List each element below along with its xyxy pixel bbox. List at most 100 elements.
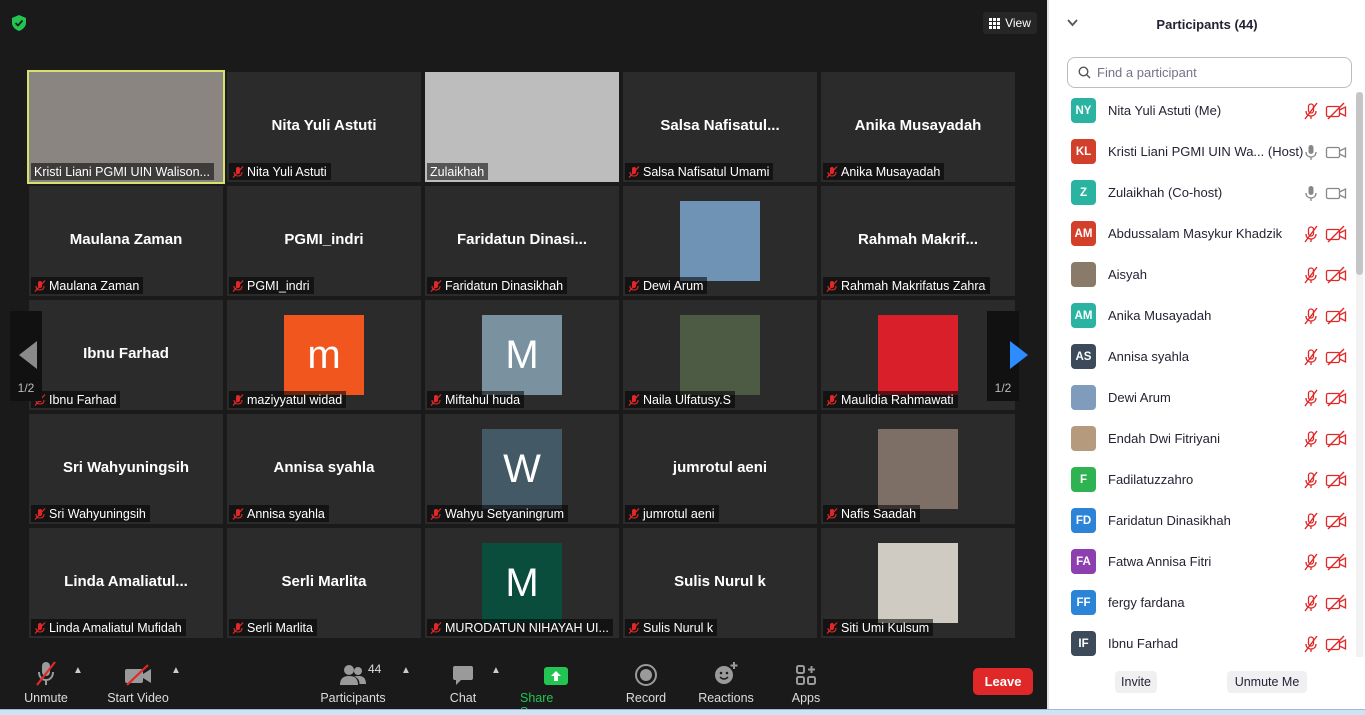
participant-row[interactable]: AM Anika Musayadah <box>1049 295 1357 336</box>
video-tile[interactable]: Maulana Zaman Maulana Zaman <box>29 186 223 296</box>
mic-muted-icon[interactable] <box>1302 225 1320 243</box>
participant-name: Aisyah <box>1108 267 1148 282</box>
video-tile[interactable]: PGMI_indri PGMI_indri <box>227 186 421 296</box>
mic-muted-icon[interactable] <box>1302 102 1320 120</box>
camera-icon[interactable] <box>1325 143 1347 161</box>
mic-muted-icon[interactable] <box>1302 471 1320 489</box>
panel-footer: Invite Unmute Me <box>1049 667 1365 697</box>
mic-muted-icon[interactable] <box>1302 348 1320 366</box>
search-input[interactable] <box>1097 65 1337 80</box>
video-tile[interactable]: Zulaikhah <box>425 72 619 182</box>
mic-muted-icon[interactable] <box>1302 430 1320 448</box>
unmute-me-button[interactable]: Unmute Me <box>1227 671 1307 693</box>
participant-row[interactable]: AM Abdussalam Masykur Khadzik <box>1049 213 1357 254</box>
tile-name-label: Dewi Arum <box>625 277 708 294</box>
camera-off-icon[interactable] <box>1325 307 1347 325</box>
video-tile[interactable]: Annisa syahla Annisa syahla <box>227 414 421 524</box>
participant-row[interactable]: Z Zulaikhah (Co-host) <box>1049 172 1357 213</box>
camera-off-icon[interactable] <box>1325 635 1347 653</box>
video-tile[interactable]: Faridatun Dinasi... Faridatun Dinasikhah <box>425 186 619 296</box>
video-tile[interactable]: W Wahyu Setyaningrum <box>425 414 619 524</box>
unmute-button[interactable]: Unmute <box>24 660 68 705</box>
video-tile[interactable]: Sri Wahyuningsih Sri Wahyuningsih <box>29 414 223 524</box>
video-tile[interactable]: M Miftahul huda <box>425 300 619 410</box>
video-tile[interactable]: Linda Amaliatul... Linda Amaliatul Mufida… <box>29 528 223 638</box>
mic-icon[interactable] <box>1302 184 1320 202</box>
participant-row[interactable]: KL Kristi Liani PGMI UIN Wa... (Host) <box>1049 131 1357 172</box>
panel-scrollbar[interactable] <box>1356 92 1363 657</box>
camera-off-icon[interactable] <box>1325 389 1347 407</box>
participant-row[interactable]: IF Ibnu Farhad <box>1049 623 1357 664</box>
next-page-button[interactable]: 1/2 <box>987 311 1028 401</box>
participant-row[interactable]: NY Nita Yuli Astuti (Me) <box>1049 90 1357 131</box>
mic-muted-icon[interactable] <box>1302 512 1320 530</box>
participant-row[interactable]: F Fadilatuzzahro <box>1049 459 1357 500</box>
video-tile[interactable]: Kristi Liani PGMI UIN Walison... <box>27 70 225 184</box>
video-tile[interactable]: Nita Yuli Astuti Nita Yuli Astuti <box>227 72 421 182</box>
invite-button[interactable]: Invite <box>1115 671 1157 693</box>
chat-button[interactable]: Chat <box>446 660 480 705</box>
camera-off-icon[interactable] <box>1325 594 1347 612</box>
participant-search[interactable] <box>1067 57 1352 88</box>
camera-off-icon[interactable] <box>1325 430 1347 448</box>
camera-off-icon[interactable] <box>1325 225 1347 243</box>
camera-off-icon[interactable] <box>1325 471 1347 489</box>
participant-row[interactable]: FA Fatwa Annisa Fitri <box>1049 541 1357 582</box>
tile-name-label: Serli Marlita <box>229 619 317 636</box>
video-options-caret[interactable]: ▲ <box>171 665 181 676</box>
video-tile[interactable]: Sulis Nurul k Sulis Nurul k <box>623 528 817 638</box>
video-tile[interactable]: Dewi Arum <box>623 186 817 296</box>
participant-row[interactable]: FF fergy fardana <box>1049 582 1357 623</box>
camera-off-icon[interactable] <box>1325 553 1347 571</box>
mic-muted-icon[interactable] <box>1302 266 1320 284</box>
video-tile[interactable]: Serli Marlita Serli Marlita <box>227 528 421 638</box>
chat-options-caret[interactable]: ▲ <box>491 665 501 676</box>
reactions-button[interactable]: Reactions <box>698 660 754 705</box>
video-tile[interactable]: m maziyyatul widad <box>227 300 421 410</box>
camera-icon[interactable] <box>1325 184 1347 202</box>
mic-muted-icon[interactable] <box>1302 307 1320 325</box>
video-tile[interactable]: Nafis Saadah <box>821 414 1015 524</box>
camera-off-icon[interactable] <box>1325 348 1347 366</box>
audio-options-caret[interactable]: ▲ <box>73 665 83 676</box>
video-tile[interactable]: M MURODATUN NIHAYAH UI... <box>425 528 619 638</box>
participant-name: Annisa syahla <box>1108 349 1189 364</box>
mic-muted-icon[interactable] <box>1302 594 1320 612</box>
participant-row[interactable]: AS Annisa syahla <box>1049 336 1357 377</box>
scrollbar-thumb[interactable] <box>1356 92 1363 275</box>
start-video-label: Start Video <box>107 691 169 705</box>
participant-row[interactable]: Endah Dwi Fitriyani <box>1049 418 1357 459</box>
participant-name: Abdussalam Masykur Khadzik <box>1108 226 1283 241</box>
mic-muted-icon[interactable] <box>1302 389 1320 407</box>
mic-muted-icon[interactable] <box>1302 635 1320 653</box>
participant-row[interactable]: FD Faridatun Dinasikhah <box>1049 500 1357 541</box>
camera-off-icon[interactable] <box>1325 512 1347 530</box>
record-button[interactable]: Record <box>625 660 667 705</box>
video-tile[interactable]: jumrotul aeni jumrotul aeni <box>623 414 817 524</box>
video-tile[interactable]: Maulidia Rahmawati <box>821 300 1015 410</box>
video-tile[interactable]: Naila Ulfatusy.S <box>623 300 817 410</box>
mic-muted-icon[interactable] <box>1302 553 1320 571</box>
participants-options-caret[interactable]: ▲ <box>401 665 411 676</box>
participants-button[interactable]: 44 Participants <box>320 660 386 705</box>
camera-off-icon[interactable] <box>1325 266 1347 284</box>
video-tile[interactable]: Anika Musayadah Anika Musayadah <box>821 72 1015 182</box>
leave-button[interactable]: Leave <box>973 668 1033 695</box>
start-video-button[interactable]: Start Video <box>107 660 169 705</box>
video-tile[interactable]: Siti Umi Kulsum <box>821 528 1015 638</box>
video-tile[interactable]: Ibnu Farhad Ibnu Farhad <box>29 300 223 410</box>
participant-row[interactable]: Dewi Arum <box>1049 377 1357 418</box>
camera-off-icon[interactable] <box>1325 102 1347 120</box>
mic-icon[interactable] <box>1302 143 1320 161</box>
mic-muted-icon <box>628 393 640 406</box>
participant-name: Faridatun Dinasikhah <box>1108 513 1231 528</box>
video-tile[interactable]: Salsa Nafisatul... Salsa Nafisatul Umami <box>623 72 817 182</box>
video-tile[interactable]: Rahmah Makrif... Rahmah Makrifatus Zahra <box>821 186 1015 296</box>
tile-display-name: Rahmah Makrif... <box>857 231 979 248</box>
security-shield-icon[interactable] <box>12 15 26 31</box>
prev-page-button[interactable]: 1/2 <box>10 311 42 401</box>
share-screen-button[interactable]: Share Screen <box>520 660 592 715</box>
participant-row[interactable]: Aisyah <box>1049 254 1357 295</box>
apps-button[interactable]: Apps <box>790 660 822 705</box>
view-button[interactable]: View <box>983 12 1037 34</box>
